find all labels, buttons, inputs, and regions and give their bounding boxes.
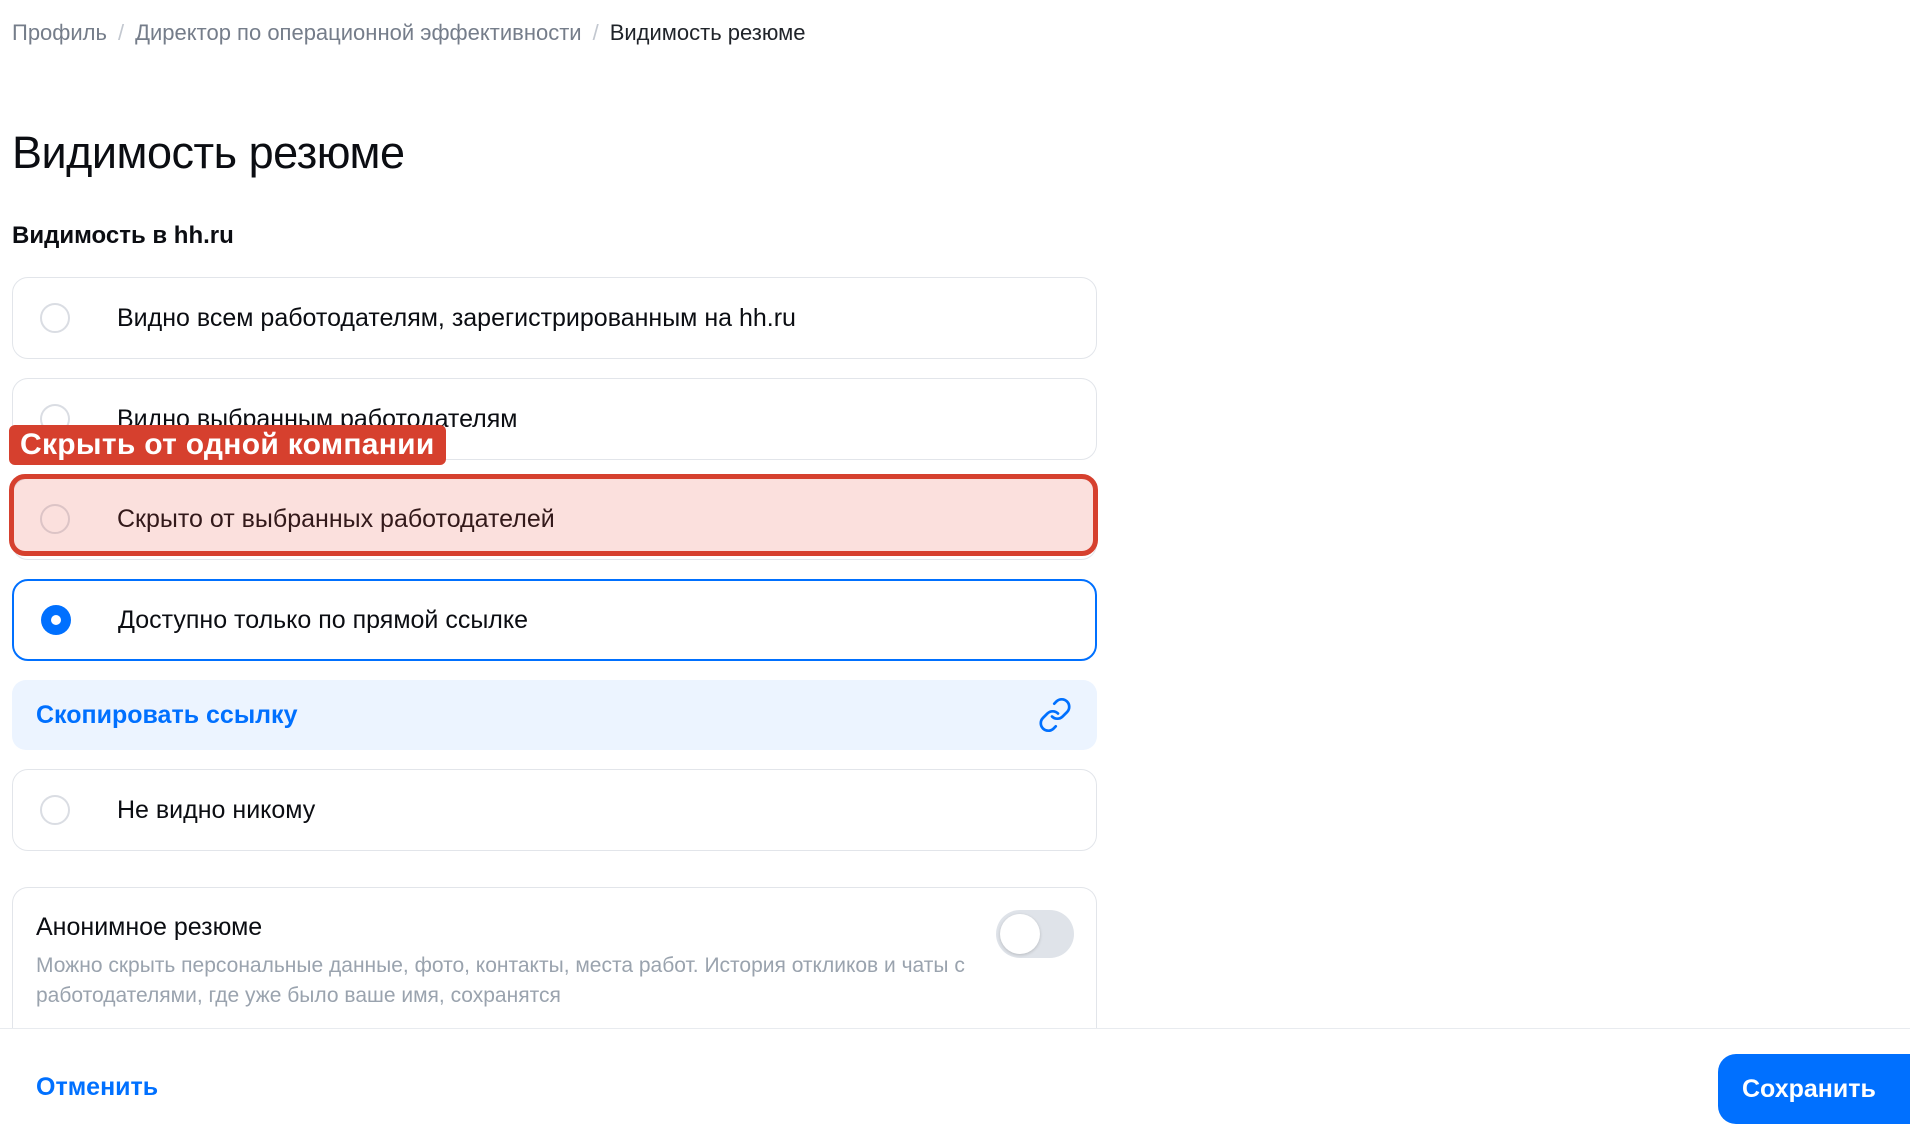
anonymous-resume-card: Анонимное резюме Можно скрыть персональн… — [12, 887, 1097, 1037]
copy-link-label: Скопировать ссылку — [36, 700, 298, 729]
visibility-page: Профиль / Директор по операционной эффек… — [0, 0, 1910, 1140]
visibility-option-all-employers[interactable]: Видно всем работодателям, зарегистрирова… — [12, 277, 1097, 359]
option-label: Видно всем работодателям, зарегистрирова… — [117, 303, 796, 332]
copy-link-button[interactable]: Скопировать ссылку — [12, 680, 1097, 750]
visibility-option-nobody[interactable]: Не видно никому — [12, 769, 1097, 851]
anonymous-resume-title: Анонимное резюме — [36, 913, 263, 941]
visibility-option-hidden-from-selected[interactable]: Скрыто от выбранных работодателей — [12, 478, 1097, 560]
breadcrumb: Профиль / Директор по операционной эффек… — [12, 20, 806, 46]
highlight-tag: Скрыть от одной компании — [9, 425, 446, 465]
radio-button-checked[interactable] — [41, 605, 71, 635]
anonymous-resume-toggle[interactable] — [996, 910, 1074, 958]
footer-bar: Отменить Сохранить — [0, 1028, 1910, 1140]
toggle-knob — [1000, 914, 1040, 954]
link-icon — [1039, 697, 1071, 733]
option-label: Скрыто от выбранных работодателей — [117, 504, 555, 533]
option-label: Не видно никому — [117, 795, 316, 824]
breadcrumb-item-profile[interactable]: Профиль — [12, 20, 107, 46]
section-title: Видимость в hh.ru — [12, 222, 234, 249]
radio-button[interactable] — [40, 303, 70, 333]
radio-button[interactable] — [40, 504, 70, 534]
breadcrumb-separator: / — [592, 20, 599, 45]
visibility-option-direct-link[interactable]: Доступно только по прямой ссылке — [12, 579, 1097, 661]
save-button[interactable]: Сохранить — [1718, 1054, 1910, 1124]
breadcrumb-item-resume[interactable]: Директор по операционной эффективности — [135, 20, 581, 46]
page-title: Видимость резюме — [12, 127, 405, 178]
cancel-button[interactable]: Отменить — [36, 1073, 158, 1102]
breadcrumb-current: Видимость резюме — [609, 20, 806, 45]
breadcrumb-separator: / — [117, 20, 125, 45]
anonymous-resume-description: Можно скрыть персональные данные, фото, … — [36, 954, 965, 1007]
radio-button[interactable] — [40, 795, 70, 825]
option-label: Доступно только по прямой ссылке — [118, 605, 529, 634]
